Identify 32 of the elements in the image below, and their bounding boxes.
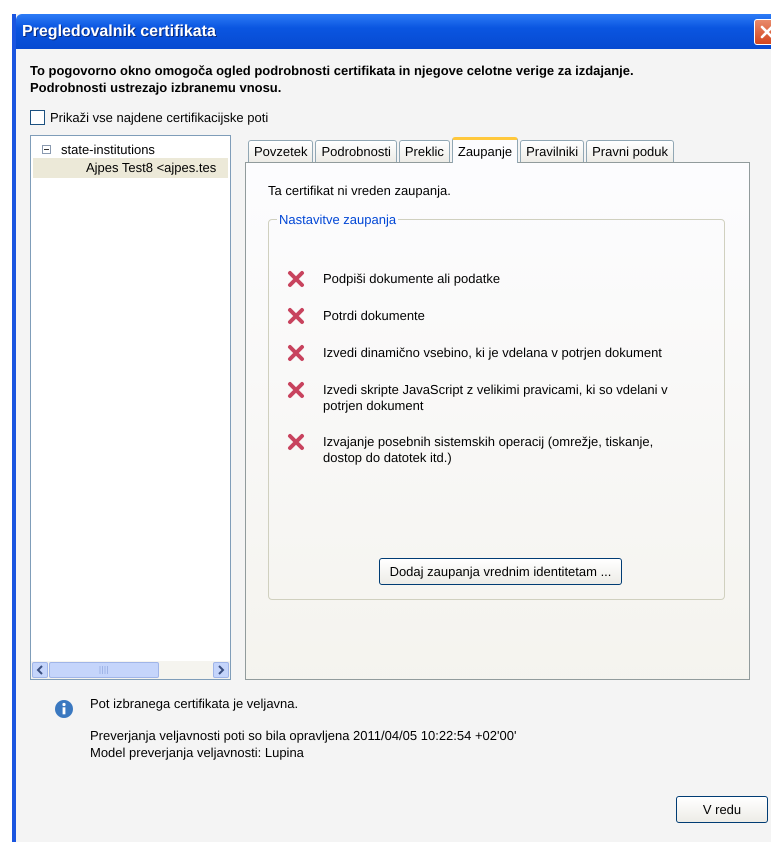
add-trusted-identities-button[interactable]: Dodaj zaupanja vrednim identitetam ...	[378, 558, 622, 585]
tree-item[interactable]: state-institutions	[59, 142, 157, 156]
group-title: Nastavitve zaupanja	[278, 212, 398, 227]
permission-text: Izvedi skripte JavaScript z velikimi pravicami, ki so vdelani v potrjen dokument	[323, 382, 669, 414]
validation-detail: Preverjanja veljavnosti poti so bila opravljena 2011/04/05 10:22:54 +02'00'	[90, 727, 516, 744]
info-icon	[54, 699, 74, 719]
description-text: To pogovorno okno omogoča ogled podrobnosti certifikata in njegove celotne verige za izdajanje.	[30, 62, 635, 79]
window-title: Pregledovalnik certifikata	[22, 22, 216, 40]
scroll-right-icon[interactable]	[213, 662, 229, 678]
tree-item[interactable]: Ajpes Test8 <ajpes.tes	[33, 158, 228, 178]
scroll-left-icon[interactable]	[32, 662, 48, 678]
tab[interactable]: Preklic	[398, 140, 450, 162]
tab[interactable]: Povzetek	[248, 140, 314, 162]
checkbox-label: Prikaži vse najdene certifikacijske poti	[50, 110, 268, 125]
ok-button[interactable]: V redu	[676, 796, 768, 823]
description-text: Podrobnosti ustrezajo izbranemu vnosu.	[30, 79, 282, 96]
scroll-thumb[interactable]	[49, 662, 159, 678]
checkbox[interactable]	[30, 110, 45, 125]
tab[interactable]: Pravilniki	[520, 140, 584, 162]
tab[interactable]: Podrobnosti	[315, 140, 397, 162]
permission-text: Potrdi dokumente	[323, 308, 425, 324]
validation-detail: Model preverjanja veljavnosti: Lupina	[90, 744, 305, 761]
horizontal-scrollbar[interactable]	[31, 661, 230, 679]
trust-status-text: Ta certifikat ni vreden zaupanja.	[268, 183, 452, 198]
close-icon	[760, 24, 771, 38]
permission-text: Podpiši dokumente ali podatke	[323, 271, 500, 287]
tab[interactable]: Zaupanje	[452, 137, 518, 163]
info-message: Pot izbranega certifikata je veljavna.	[90, 696, 300, 711]
permission-text: Izvedi dinamično vsebino, ki je vdelana v potrjen dokument	[323, 345, 662, 361]
tab[interactable]: Pravni poduk	[586, 140, 674, 162]
permission-text: Izvajanje posebnih sistemskih operacij (omrežje, tiskanje, dostop do datotek itd.)	[323, 434, 654, 466]
collapse-icon[interactable]	[42, 144, 51, 154]
